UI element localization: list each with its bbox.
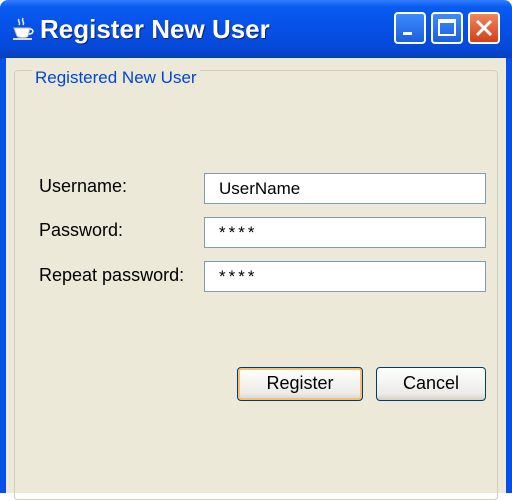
minimize-button[interactable] xyxy=(394,12,426,44)
close-button[interactable] xyxy=(468,12,500,44)
title-bar[interactable]: Register New User xyxy=(0,0,512,58)
maximize-button[interactable] xyxy=(431,12,463,44)
register-window: Register New User Registered New User Us… xyxy=(0,0,512,500)
password-field[interactable]: **** xyxy=(204,217,486,248)
close-icon xyxy=(475,19,493,37)
maximize-icon xyxy=(438,19,456,36)
dialog-content: Registered New User Username: UserName P… xyxy=(6,58,506,500)
password-label: Password: xyxy=(39,220,124,240)
window-frame-right xyxy=(506,58,512,493)
group-title: Registered New User xyxy=(32,68,200,88)
username-label: Username: xyxy=(39,176,128,196)
register-button[interactable]: Register xyxy=(237,367,363,401)
username-field[interactable]: UserName xyxy=(204,173,486,204)
window-title: Register New User xyxy=(40,14,270,44)
minimize-icon xyxy=(403,32,412,35)
repeat-password-label: Repeat password: xyxy=(39,265,185,285)
java-coffee-cup-icon xyxy=(13,17,34,40)
cancel-button[interactable]: Cancel xyxy=(376,367,486,401)
repeat-password-field[interactable]: **** xyxy=(204,261,486,292)
